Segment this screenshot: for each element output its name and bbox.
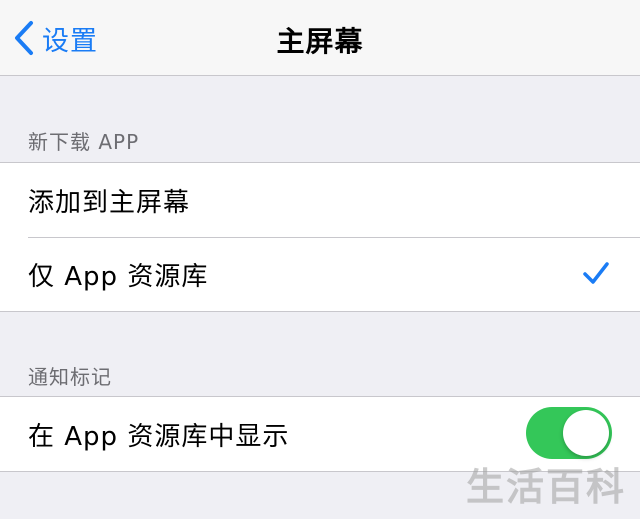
option-label: 添加到主屏幕 xyxy=(28,187,191,218)
show-in-app-library-toggle[interactable] xyxy=(526,407,612,459)
option-label: 在 App 资源库中显示 xyxy=(28,421,290,452)
navigation-bar: 设置 主屏幕 xyxy=(0,0,640,76)
option-add-to-home-screen[interactable]: 添加到主屏幕 xyxy=(0,163,640,237)
section-header-notification-badges: 通知标记 xyxy=(28,365,112,389)
new-downloads-group: 添加到主屏幕 仅 App 资源库 xyxy=(0,162,640,312)
watermark: 生活百科 xyxy=(465,465,626,509)
option-label: 仅 App 资源库 xyxy=(28,261,209,292)
option-app-library-only[interactable]: 仅 App 资源库 xyxy=(0,237,640,311)
page-title: 主屏幕 xyxy=(276,25,364,58)
toggle-knob xyxy=(563,410,609,456)
checkmark-icon xyxy=(583,262,609,284)
section-header-new-downloads: 新下载 APP xyxy=(28,130,140,154)
